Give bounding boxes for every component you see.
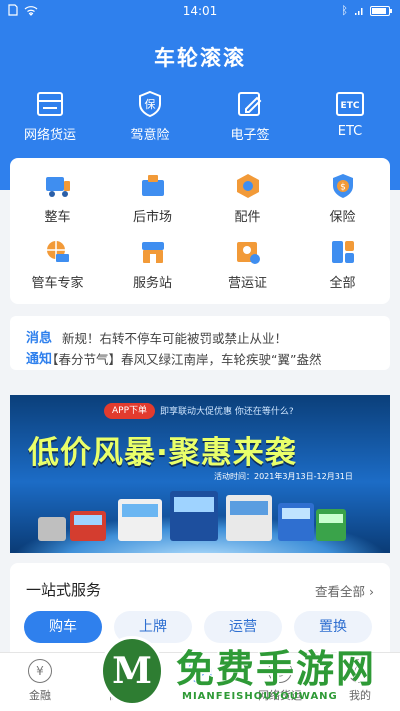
grid-item-label: 全部 (329, 276, 356, 291)
bluetooth-icon: ᛒ (341, 4, 348, 17)
notice-tag-message: 消息 (26, 331, 53, 346)
service-grid-card: 整车 后市场 配件 $ 保险 管车专家 服务站 营运证 全部 (10, 158, 390, 304)
app-title: 车轮滚滚 (154, 46, 246, 70)
view-all-link[interactable]: 查看全部 › (315, 581, 374, 600)
grid-item-label: 配件 (234, 210, 261, 225)
top-nav: 网络货运 保 驾意险 电子签 ETC ETC (0, 90, 400, 148)
signal-icon (355, 7, 363, 15)
notice-message[interactable]: 【春分节气】春风又绿江南岸，车轮疾驶“翼”盎然 (46, 349, 366, 368)
tab-buy-car[interactable]: 购车 (24, 611, 102, 643)
watermark-subtext: MIANFEISHOUYOUWANG (182, 691, 338, 702)
clock: 14:01 (182, 4, 218, 18)
banner-subtitle: 即享联动大促优惠 你还在等什么? (160, 407, 294, 417)
grid-item-insurance[interactable]: $ 保险 (295, 172, 390, 238)
section-title: 一站式服务 (26, 581, 102, 599)
yuan-icon: ¥ (28, 659, 52, 683)
bottom-nav-label: 金融 (29, 689, 51, 702)
all-grid-icon (329, 238, 357, 266)
notice-bar[interactable]: 消息 通知 新规！右转不停车可能被罚或禁止从业！ 【春分节气】春风又绿江南岸，车… (10, 316, 390, 370)
watermark: M 免费手游网 MIANFEISHOUYOUWANG (100, 636, 400, 711)
status-bar: 14:01 ᛒ (0, 0, 400, 24)
grid-item-all[interactable]: 全部 (295, 238, 390, 304)
svg-text:$: $ (340, 183, 346, 193)
banner-pill: APP下单 (104, 403, 156, 419)
top-nav-insurance[interactable]: 保 驾意险 (100, 90, 200, 148)
service-station-icon (139, 238, 167, 266)
truck-icon (44, 172, 72, 200)
grid-item-aftermarket[interactable]: 后市场 (105, 172, 200, 238)
top-nav-label: 电子签 (230, 128, 270, 143)
etc-icon: ETC (335, 90, 365, 118)
notice-message[interactable]: 新规！右转不停车可能被罚或禁止从业！ (62, 328, 382, 347)
trucks-illustration (38, 491, 346, 541)
parts-box-icon (139, 172, 167, 200)
grid-item-label: 整车 (44, 210, 71, 225)
grid-item-label: 服务站 (132, 276, 172, 291)
top-nav-label: 驾意险 (130, 128, 170, 143)
grid-item-parts[interactable]: 配件 (200, 172, 295, 238)
grid-item-whole-vehicle[interactable]: 整车 (10, 172, 105, 238)
e-sign-icon (235, 90, 265, 118)
top-nav-esign[interactable]: 电子签 (200, 90, 300, 148)
globe-truck-icon (44, 238, 72, 266)
grid-item-label: 后市场 (132, 210, 172, 225)
grid-item-fleet-expert[interactable]: 管车专家 (10, 238, 105, 304)
svg-text:ETC: ETC (341, 101, 360, 111)
grid-item-label: 管车专家 (31, 276, 84, 291)
top-nav-freight[interactable]: 网络货运 (0, 90, 100, 148)
license-icon (234, 238, 262, 266)
promo-banner[interactable]: APP下单 即享联动大促优惠 你还在等什么? 低价风暴·聚惠来袭 活动时间：20… (10, 395, 390, 553)
money-shield-icon: $ (329, 172, 357, 200)
grid-item-license[interactable]: 营运证 (200, 238, 295, 304)
banner-title: 低价风暴·聚惠来袭 (28, 435, 297, 471)
battery-icon (370, 5, 392, 16)
grid-item-label: 保险 (329, 210, 356, 225)
top-nav-label: 网络货运 (23, 128, 76, 143)
watermark-text: 免费手游网 (176, 647, 377, 691)
bottom-nav-finance[interactable]: ¥ 金融 (0, 653, 80, 711)
insurance-shield-icon: 保 (135, 90, 165, 118)
grid-item-service-station[interactable]: 服务站 (105, 238, 200, 304)
grid-item-label: 营运证 (227, 276, 267, 291)
watermark-logo: M (100, 636, 164, 706)
top-nav-etc[interactable]: ETC ETC (300, 90, 400, 148)
freight-icon (35, 90, 65, 118)
gear-nut-icon (234, 172, 262, 200)
top-nav-label: ETC (337, 124, 363, 139)
svg-text:保: 保 (145, 97, 156, 111)
